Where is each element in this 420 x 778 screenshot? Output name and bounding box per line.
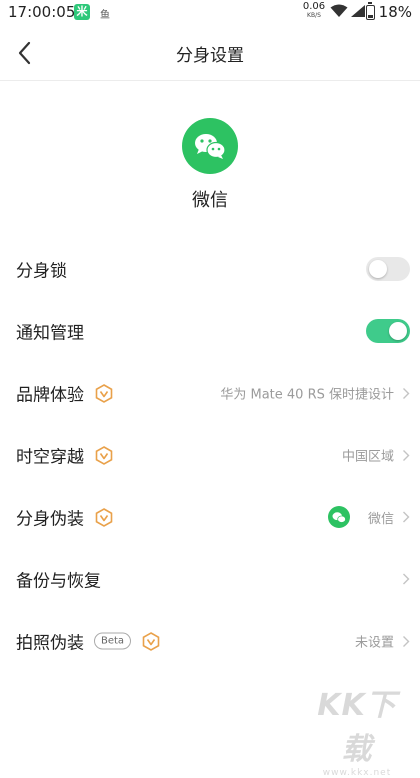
setting-row-notification[interactable]: 通知管理 <box>0 300 420 362</box>
beta-badge: Beta <box>94 632 132 650</box>
setting-label: 分身锁 <box>16 261 67 282</box>
watermark-text: KK下载 <box>317 688 397 767</box>
clone-lock-toggle[interactable] <box>366 257 410 281</box>
chevron-right-icon <box>403 511 410 523</box>
chevron-right-icon <box>403 449 410 461</box>
vip-badge-icon <box>95 445 113 465</box>
setting-row-clone-lock[interactable]: 分身锁 <box>0 238 420 300</box>
vip-badge-icon <box>142 631 160 651</box>
setting-row-photo-disguise[interactable]: 拍照伪装 Beta 未设置 <box>0 610 420 672</box>
toggle-knob <box>369 260 387 278</box>
setting-label: 时空穿越 <box>16 447 84 468</box>
network-speed-unit: KB/S <box>307 12 321 19</box>
app-name: 微信 <box>192 190 228 211</box>
setting-label: 备份与恢复 <box>16 571 101 592</box>
notification-app-icon: 米 <box>74 4 90 20</box>
chevron-right-icon <box>403 573 410 585</box>
wifi-icon <box>330 4 348 17</box>
status-time: 17:00:05 <box>8 3 76 21</box>
setting-row-brand-experience[interactable]: 品牌体验 华为 Mate 40 RS 保时捷设计 <box>0 362 420 424</box>
setting-label: 通知管理 <box>16 323 84 344</box>
notification-small-icon: 鱼 <box>100 10 110 21</box>
setting-value: 未设置 <box>354 635 394 651</box>
wechat-icon <box>182 118 238 174</box>
chevron-right-icon <box>403 387 410 399</box>
setting-label: 品牌体验 <box>16 385 84 406</box>
watermark-url: www.kkx.net <box>322 768 392 778</box>
wechat-small-icon <box>327 506 350 528</box>
setting-value: 微信 <box>367 511 394 527</box>
battery-status: 18% <box>365 1 412 21</box>
chevron-right-icon <box>403 635 410 647</box>
battery-percent: 18% <box>378 3 412 21</box>
setting-row-backup[interactable]: 备份与恢复 <box>0 548 420 610</box>
app-hero: 微信 <box>0 118 420 212</box>
setting-label: 分身伪装 <box>16 509 84 530</box>
setting-value: 华为 Mate 40 RS 保时捷设计 <box>220 387 394 403</box>
status-bar: 17:00:05 米 鱼 0.06 KB/S 18% <box>0 0 420 26</box>
cellular-signal-icon <box>351 5 365 17</box>
battery-icon <box>365 1 375 20</box>
setting-label: 拍照伪装 <box>16 633 84 654</box>
toggle-knob <box>389 322 407 340</box>
setting-value: 中国区域 <box>341 449 394 465</box>
network-speed-value: 0.06 <box>302 1 326 12</box>
notification-toggle[interactable] <box>366 319 410 343</box>
vip-badge-icon <box>95 383 113 403</box>
vip-badge-icon <box>95 507 113 527</box>
setting-row-time-travel[interactable]: 时空穿越 中国区域 <box>0 424 420 486</box>
watermark-logo: KK下载 www.kkx.net <box>302 680 412 778</box>
network-speed: 0.06 KB/S <box>302 2 326 20</box>
header-bar: 分身设置 <box>0 26 420 81</box>
setting-row-disguise[interactable]: 分身伪装 微信 <box>0 486 420 548</box>
page-title: 分身设置 <box>176 46 244 66</box>
